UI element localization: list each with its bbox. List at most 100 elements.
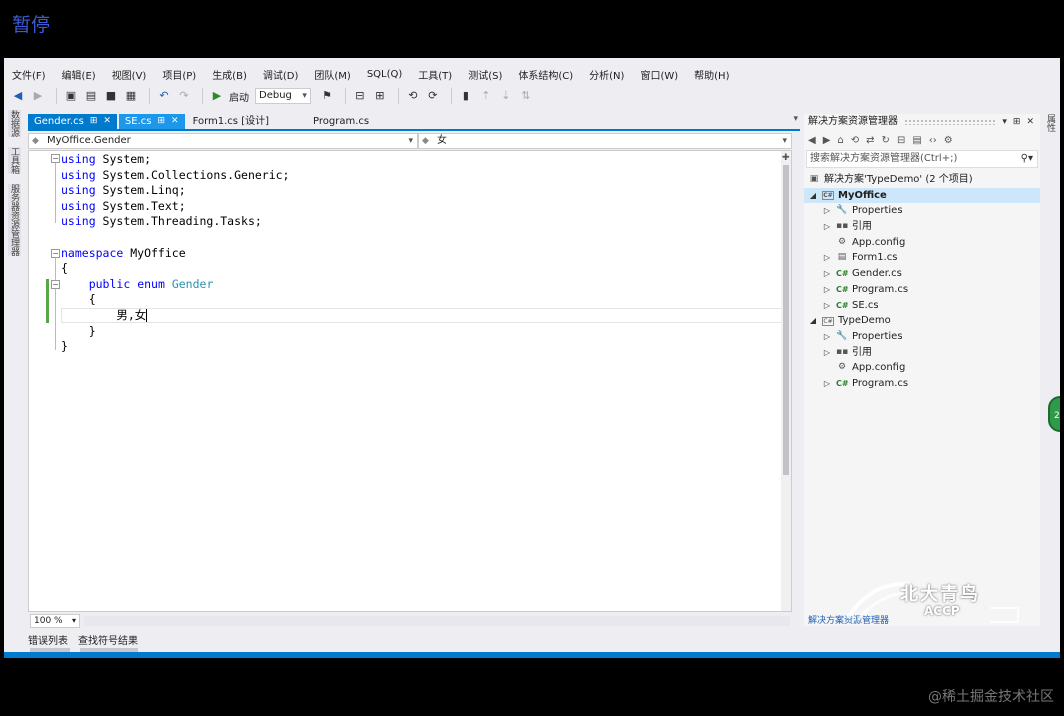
collapse-arrow-icon[interactable]: ◢ (808, 188, 818, 204)
layout-icon[interactable]: ⊞ (372, 88, 388, 104)
start-icon[interactable]: ▶ (209, 88, 225, 104)
menu-analyze[interactable]: 分析(N) (589, 67, 624, 82)
menu-help[interactable]: 帮助(H) (694, 67, 729, 82)
close-icon[interactable]: ✕ (103, 114, 111, 129)
undo-icon[interactable]: ↶ (156, 88, 172, 104)
tab-gender-cs[interactable]: Gender.cs ⊞ ✕ (28, 114, 117, 129)
next-bookmark-icon[interactable]: ⇣ (498, 88, 514, 104)
tree-item-se-cs[interactable]: ▷ C# SE.cs (804, 298, 1040, 314)
dropdown-icon[interactable]: ▾ (1002, 114, 1007, 130)
menu-tools[interactable]: 工具(T) (418, 67, 452, 82)
pause-label[interactable]: 暂停 (12, 10, 50, 37)
type-dropdown[interactable]: ◆ MyOffice.Gender (28, 133, 418, 149)
expand-arrow-icon[interactable]: ▷ (822, 250, 832, 266)
collapse-all-icon[interactable]: ⊟ (897, 135, 905, 146)
expand-arrow-icon[interactable]: ▷ (822, 219, 832, 235)
tab-overflow-icon[interactable]: ▾ (793, 114, 798, 124)
view-code-icon[interactable]: ‹› (929, 135, 937, 146)
close-icon[interactable]: ✕ (171, 114, 179, 129)
save-all-icon[interactable]: ▦ (123, 88, 139, 104)
properties-icon[interactable]: ⚙ (944, 135, 953, 146)
data-sources-tab[interactable]: 数据源 (8, 110, 21, 137)
back-icon[interactable]: ◀ (808, 135, 816, 146)
tree-item-solution[interactable]: ▣ 解决方案'TypeDemo' (2 个项目) (804, 172, 1040, 188)
menu-test[interactable]: 测试(S) (468, 67, 502, 82)
tree-item-references[interactable]: ▷ ▪▪ 引用 (804, 219, 1040, 235)
tree-item-program-cs[interactable]: ▷ C# Program.cs (804, 376, 1040, 392)
start-button[interactable]: 启动 (229, 89, 249, 104)
tab-error-list[interactable]: 错误列表 (28, 632, 68, 648)
tree-item-references[interactable]: ▷ ▪▪ 引用 (804, 345, 1040, 361)
expand-arrow-icon[interactable]: ▷ (822, 345, 832, 361)
align-icon[interactable]: ⊟ (352, 88, 368, 104)
drag-grip[interactable] (904, 119, 997, 125)
tree-item-form1[interactable]: ▷ ▤ Form1.cs (804, 250, 1040, 266)
split-icon[interactable]: ✚ (782, 153, 790, 163)
comment-icon[interactable]: ⟲ (405, 88, 421, 104)
pin-icon[interactable]: ⊞ (157, 114, 165, 129)
menu-project[interactable]: 项目(P) (162, 67, 196, 82)
search-icon[interactable]: ⚲▾ (1021, 151, 1033, 167)
fold-icon[interactable]: − (51, 249, 60, 258)
menu-team[interactable]: 团队(M) (314, 67, 350, 82)
tree-item-program-cs[interactable]: ▷ C# Program.cs (804, 282, 1040, 298)
menu-sql[interactable]: SQL(Q) (367, 69, 402, 80)
expand-arrow-icon[interactable]: ▷ (822, 282, 832, 298)
pin-icon[interactable]: ⊞ (90, 114, 98, 129)
collapse-arrow-icon[interactable]: ◢ (808, 313, 818, 329)
menu-view[interactable]: 视图(V) (112, 67, 147, 82)
tree-item-app-config[interactable]: ⚙ App.config (804, 360, 1040, 376)
server-explorer-tab[interactable]: 服务器资源管理器 (8, 184, 21, 256)
toolbox-tab[interactable]: 工具箱 (8, 147, 21, 174)
new-project-icon[interactable]: ▣ (63, 88, 79, 104)
refresh-icon[interactable]: ↻ (882, 135, 890, 146)
editor-vertical-scrollbar[interactable]: ✚ (781, 151, 791, 611)
expand-arrow-icon[interactable]: ▷ (822, 376, 832, 392)
open-file-icon[interactable]: ▤ (83, 88, 99, 104)
show-all-files-icon[interactable]: ▤ (912, 135, 921, 146)
forward-icon[interactable]: ▶ (30, 88, 46, 104)
tree-item-myoffice[interactable]: ◢ C# MyOffice (804, 187, 1040, 204)
code-editor[interactable]: − − − using System; using System.Collect… (28, 150, 792, 612)
tree-item-typedemo[interactable]: ◢ C# TypeDemo (804, 313, 1040, 329)
menu-architecture[interactable]: 体系结构(C) (518, 67, 573, 82)
save-icon[interactable]: ■ (103, 88, 119, 104)
menu-window[interactable]: 窗口(W) (640, 67, 678, 82)
properties-tab[interactable]: 属性 (1044, 114, 1057, 132)
tree-item-properties[interactable]: ▷ 🔧 Properties (804, 203, 1040, 219)
clear-bookmarks-icon[interactable]: ⇅ (518, 88, 534, 104)
editor-horizontal-scrollbar[interactable] (84, 616, 790, 626)
sync-icon[interactable]: ⇄ (866, 135, 874, 146)
bookmark-icon[interactable]: ▮ (458, 88, 474, 104)
menu-file[interactable]: 文件(F) (12, 67, 46, 82)
expand-arrow-icon[interactable]: ▷ (822, 298, 832, 314)
expand-arrow-icon[interactable]: ▷ (822, 203, 832, 219)
redo-icon[interactable]: ↷ (176, 88, 192, 104)
expand-arrow-icon[interactable]: ▷ (822, 329, 832, 345)
forward-icon[interactable]: ▶ (823, 135, 831, 146)
prev-bookmark-icon[interactable]: ⇡ (478, 88, 494, 104)
tree-item-app-config[interactable]: ⚙ App.config (804, 235, 1040, 251)
solution-config-select[interactable]: Debug (255, 88, 311, 104)
history-icon[interactable]: ⟲ (851, 135, 859, 146)
tab-se-cs[interactable]: SE.cs ⊞ ✕ (118, 114, 185, 129)
pin-icon[interactable]: ⊞ (1013, 114, 1021, 130)
tab-form1-design[interactable]: Form1.cs [设计] (187, 114, 275, 129)
uncomment-icon[interactable]: ⟳ (425, 88, 441, 104)
home-icon[interactable]: ⌂ (837, 135, 843, 146)
tab-find-symbol-results[interactable]: 查找符号结果 (78, 632, 138, 648)
back-icon[interactable]: ◀ (10, 88, 26, 104)
tree-item-gender-cs[interactable]: ▷ C# Gender.cs (804, 266, 1040, 282)
zoom-select[interactable]: 100 % (30, 614, 80, 628)
find-icon[interactable]: ⚑ (319, 88, 335, 104)
menu-debug[interactable]: 调试(D) (263, 67, 299, 82)
tab-program-cs[interactable]: Program.cs (307, 114, 375, 129)
menu-build[interactable]: 生成(B) (212, 67, 247, 82)
member-dropdown[interactable]: ◆ 女 (418, 133, 792, 149)
expand-arrow-icon[interactable]: ▷ (822, 266, 832, 282)
tree-item-properties[interactable]: ▷ 🔧 Properties (804, 329, 1040, 345)
scrollbar-thumb[interactable] (783, 165, 789, 475)
close-icon[interactable]: ✕ (1026, 114, 1034, 130)
menu-edit[interactable]: 编辑(E) (62, 67, 96, 82)
floating-badge[interactable]: 29 (1048, 396, 1060, 432)
